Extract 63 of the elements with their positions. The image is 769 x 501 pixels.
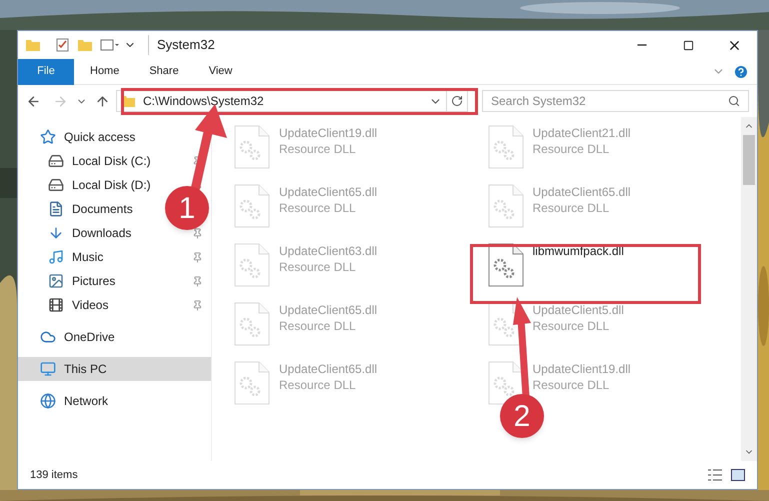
details-view-icon[interactable] bbox=[707, 469, 723, 481]
nav-item[interactable]: Network bbox=[40, 389, 108, 413]
scrollbar[interactable] bbox=[741, 117, 757, 461]
status-item-count: 139 items bbox=[30, 468, 78, 483]
dll-file-icon bbox=[234, 184, 270, 228]
help-icon[interactable] bbox=[733, 64, 749, 80]
file-type: Resource DLL bbox=[532, 377, 610, 393]
nav-item[interactable]: Pictures bbox=[48, 269, 116, 293]
file-type: Resource DLL bbox=[279, 377, 357, 393]
monitor-icon bbox=[40, 361, 56, 377]
dll-file-icon bbox=[488, 184, 524, 228]
dll-file-icon bbox=[234, 361, 270, 405]
file-type: Resource DLL bbox=[532, 141, 610, 157]
refresh-icon[interactable] bbox=[451, 95, 463, 107]
ribbon-tab[interactable]: File bbox=[18, 58, 74, 84]
download-icon bbox=[48, 225, 64, 241]
back-icon[interactable] bbox=[26, 94, 41, 108]
search-icon bbox=[728, 95, 740, 107]
file-type: Resource DLL bbox=[532, 318, 610, 334]
window-title: System32 bbox=[148, 35, 215, 55]
properties-icon[interactable] bbox=[56, 38, 70, 52]
dll-file-icon bbox=[488, 125, 524, 169]
file-type: Resource DLL bbox=[279, 259, 357, 275]
cloud-icon bbox=[40, 329, 56, 345]
address-path: C:\Windows\System32 bbox=[143, 93, 264, 110]
nav-item[interactable]: Local Disk (C:) bbox=[48, 149, 151, 173]
search-field[interactable]: Search System32 bbox=[482, 90, 749, 112]
file-type: Resource DLL bbox=[279, 200, 357, 216]
file-type: Resource DLL bbox=[279, 318, 357, 334]
nav-item[interactable]: Quick access bbox=[40, 125, 136, 149]
nav-item[interactable]: This PC bbox=[40, 357, 107, 381]
search-input[interactable]: Search System32 bbox=[491, 92, 728, 110]
folder-icon bbox=[121, 94, 135, 108]
picture-icon bbox=[48, 273, 64, 289]
nav-item[interactable]: Downloads bbox=[48, 221, 132, 245]
scroll-thumb[interactable] bbox=[743, 135, 755, 185]
dll-file-icon bbox=[234, 302, 270, 346]
document-icon bbox=[48, 201, 64, 217]
dll-file-icon bbox=[234, 243, 270, 287]
nav-item[interactable]: Music bbox=[48, 245, 104, 269]
ribbon-tab[interactable]: Share bbox=[135, 58, 193, 84]
file-type: Resource DLL bbox=[532, 200, 610, 216]
ribbon-tab[interactable]: Home bbox=[76, 58, 134, 84]
nav-item[interactable]: Documents bbox=[48, 197, 133, 221]
star-icon bbox=[40, 129, 56, 145]
ribbon-tab[interactable]: View bbox=[194, 58, 246, 84]
up-icon[interactable] bbox=[95, 94, 110, 108]
view-options-icon[interactable] bbox=[100, 38, 120, 52]
network-icon bbox=[40, 393, 56, 409]
file-type: Resource DLL bbox=[279, 141, 357, 157]
nav-item[interactable]: Videos bbox=[48, 293, 108, 317]
large-icons-view-icon[interactable] bbox=[731, 469, 745, 481]
maximize-icon bbox=[682, 40, 694, 50]
drive-icon bbox=[48, 153, 64, 169]
file-name[interactable]: libmwumfpack.dll bbox=[532, 243, 624, 259]
nav-item[interactable]: OneDrive bbox=[40, 325, 115, 349]
dll-file-icon bbox=[234, 125, 270, 169]
dll-file-icon bbox=[488, 243, 524, 287]
music-note-icon bbox=[48, 249, 64, 265]
folder-icon bbox=[26, 38, 40, 52]
nav-item[interactable]: Local Disk (D:) bbox=[48, 173, 151, 197]
drive-icon bbox=[48, 177, 64, 193]
film-icon bbox=[48, 297, 64, 313]
